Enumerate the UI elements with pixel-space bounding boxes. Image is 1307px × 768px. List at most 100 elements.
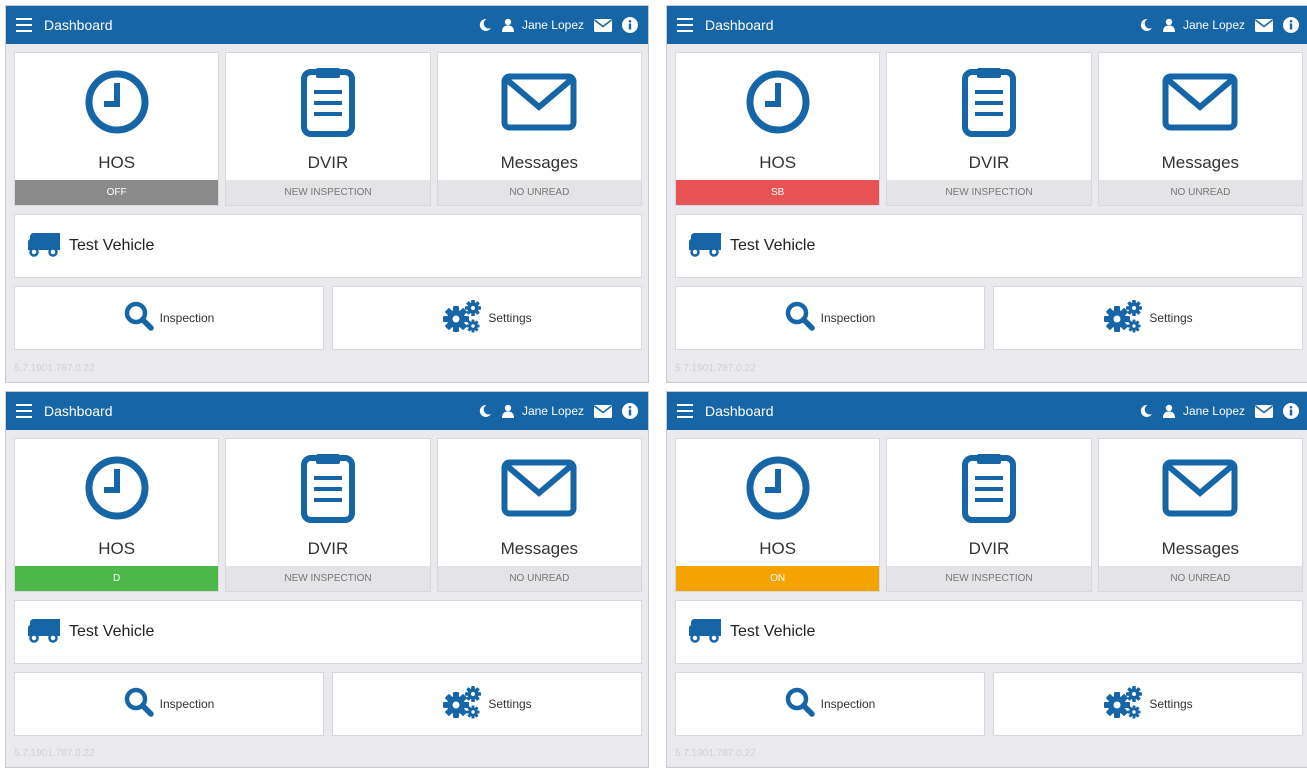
user-name: Jane Lopez <box>1182 404 1245 418</box>
settings-label: Settings <box>1149 697 1193 711</box>
messages-label: Messages <box>1161 153 1240 172</box>
messages-tile[interactable]: Messages NO UNREAD <box>1097 438 1303 592</box>
vehicle-name: Test Vehicle <box>69 237 155 254</box>
user-name: Jane Lopez <box>1182 18 1245 32</box>
dvir-tile[interactable]: DVIR NEW INSPECTION <box>886 438 1092 592</box>
envelope-icon <box>1099 67 1302 137</box>
version-text: 5.7.1901.787.0.22 <box>675 748 756 759</box>
user-icon[interactable] <box>1162 404 1175 418</box>
vehicle-card[interactable]: Test Vehicle <box>675 600 1303 664</box>
dvir-label: DVIR <box>968 539 1010 558</box>
inspection-button[interactable]: Inspection <box>675 672 985 736</box>
user-icon[interactable] <box>501 404 514 418</box>
inspection-label: Inspection <box>820 311 876 325</box>
hos-tile[interactable]: HOS OFF <box>14 52 220 206</box>
clipboard-icon <box>887 67 1090 137</box>
page-title: Dashboard <box>705 403 774 419</box>
version-text: 5.7.1901.787.0.22 <box>14 363 95 374</box>
messages-status: NO UNREAD <box>1098 180 1302 205</box>
user-icon[interactable] <box>501 18 514 32</box>
top-bar: Dashboard Jane Lopez <box>6 6 648 44</box>
clock-icon <box>15 67 218 137</box>
dvir-tile[interactable]: DVIR NEW INSPECTION <box>886 52 1092 206</box>
truck-icon <box>27 231 61 262</box>
messages-tile[interactable]: Messages NO UNREAD <box>1097 52 1303 206</box>
inspection-label: Inspection <box>159 311 215 325</box>
hos-label: HOS <box>759 539 797 558</box>
vehicle-card[interactable]: Test Vehicle <box>14 600 642 664</box>
vehicle-card[interactable]: Test Vehicle <box>14 214 642 278</box>
hos-status: D <box>15 566 219 591</box>
dashboard-panel: Dashboard Jane Lopez HOS SB DVIR NEW INS… <box>666 5 1307 383</box>
gears-icon <box>1103 299 1143 338</box>
menu-icon[interactable] <box>677 18 693 32</box>
envelope-icon <box>438 453 641 523</box>
dvir-label: DVIR <box>307 539 349 558</box>
user-name: Jane Lopez <box>521 18 584 32</box>
envelope-icon[interactable] <box>594 18 612 32</box>
clipboard-icon <box>887 453 1090 523</box>
settings-button[interactable]: Settings <box>332 286 642 350</box>
user-icon[interactable] <box>1162 18 1175 32</box>
moon-icon[interactable] <box>1139 18 1153 32</box>
page-title: Dashboard <box>44 17 113 33</box>
messages-label: Messages <box>500 153 579 172</box>
info-icon[interactable] <box>1283 17 1299 33</box>
moon-icon[interactable] <box>478 404 492 418</box>
settings-button[interactable]: Settings <box>993 286 1303 350</box>
menu-icon[interactable] <box>677 404 693 418</box>
messages-tile[interactable]: Messages NO UNREAD <box>436 438 642 592</box>
clipboard-icon <box>226 453 429 523</box>
menu-icon[interactable] <box>16 404 32 418</box>
messages-tile[interactable]: Messages NO UNREAD <box>436 52 642 206</box>
dvir-tile[interactable]: DVIR NEW INSPECTION <box>225 52 431 206</box>
messages-status: NO UNREAD <box>1098 566 1302 591</box>
gears-icon <box>442 685 482 724</box>
dvir-label: DVIR <box>968 153 1010 172</box>
dashboard-panel: Dashboard Jane Lopez HOS OFF DVIR NEW IN… <box>5 5 649 383</box>
info-icon[interactable] <box>622 403 638 419</box>
moon-icon[interactable] <box>478 18 492 32</box>
hos-tile[interactable]: HOS ON <box>675 438 881 592</box>
truck-icon <box>688 617 722 648</box>
vehicle-name: Test Vehicle <box>69 623 155 640</box>
moon-icon[interactable] <box>1139 404 1153 418</box>
dvir-status: NEW INSPECTION <box>887 180 1091 205</box>
truck-icon <box>688 231 722 262</box>
vehicle-card[interactable]: Test Vehicle <box>675 214 1303 278</box>
version-text: 5.7.1901.787.0.22 <box>675 363 756 374</box>
clipboard-icon <box>226 67 429 137</box>
messages-status: NO UNREAD <box>437 566 641 591</box>
dashboard-panel: Dashboard Jane Lopez HOS ON DVIR NEW INS… <box>666 391 1307 768</box>
page-title: Dashboard <box>705 17 774 33</box>
dvir-label: DVIR <box>307 153 349 172</box>
gears-icon <box>1103 685 1143 724</box>
settings-label: Settings <box>488 697 532 711</box>
info-icon[interactable] <box>622 17 638 33</box>
search-icon <box>124 687 154 722</box>
clock-icon <box>15 453 218 523</box>
hos-status: SB <box>676 180 880 205</box>
info-icon[interactable] <box>1283 403 1299 419</box>
dvir-status: NEW INSPECTION <box>226 566 430 591</box>
envelope-icon[interactable] <box>1255 404 1273 418</box>
truck-icon <box>27 617 61 648</box>
dvir-tile[interactable]: DVIR NEW INSPECTION <box>225 438 431 592</box>
messages-label: Messages <box>500 539 579 558</box>
menu-icon[interactable] <box>16 18 32 32</box>
inspection-button[interactable]: Inspection <box>14 286 324 350</box>
hos-status: ON <box>676 566 880 591</box>
settings-label: Settings <box>1149 311 1193 325</box>
settings-button[interactable]: Settings <box>332 672 642 736</box>
inspection-button[interactable]: Inspection <box>675 286 985 350</box>
settings-label: Settings <box>488 311 532 325</box>
top-bar: Dashboard Jane Lopez <box>6 392 648 430</box>
settings-button[interactable]: Settings <box>993 672 1303 736</box>
hos-tile[interactable]: HOS D <box>14 438 220 592</box>
messages-status: NO UNREAD <box>437 180 641 205</box>
envelope-icon[interactable] <box>594 404 612 418</box>
envelope-icon[interactable] <box>1255 18 1273 32</box>
hos-tile[interactable]: HOS SB <box>675 52 881 206</box>
inspection-button[interactable]: Inspection <box>14 672 324 736</box>
hos-status: OFF <box>15 180 219 205</box>
